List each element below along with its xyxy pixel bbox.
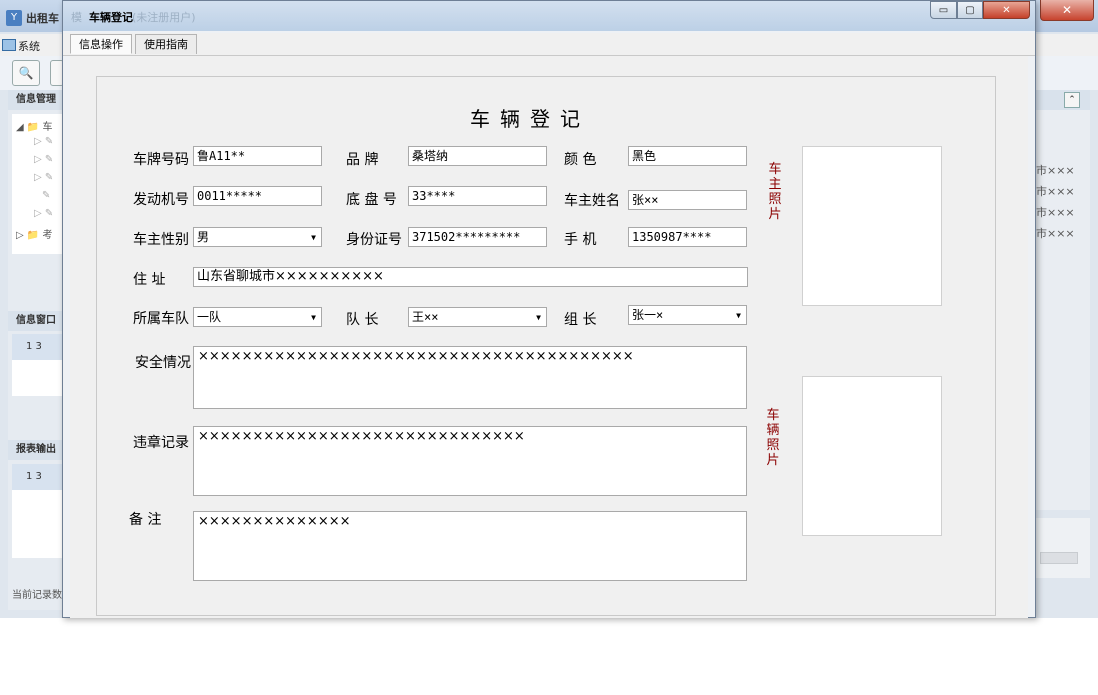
owner-photo-box[interactable] <box>802 146 942 306</box>
maximize-button[interactable]: ▢ <box>957 1 983 19</box>
menu-system[interactable]: 系统 <box>2 38 40 54</box>
remark-textarea[interactable]: ×××××××××××××× <box>193 511 747 581</box>
tab-info-operation[interactable]: 信息操作 <box>70 34 132 54</box>
gender-select[interactable]: 男 <box>193 227 322 247</box>
phone-input[interactable]: 1350987**** <box>628 227 747 247</box>
search-tool-button[interactable]: 🔍 <box>12 60 40 86</box>
id-number-label: 身份证号 <box>346 232 402 248</box>
menu-system-label: 系统 <box>18 40 40 53</box>
chassis-label: 底 盘 号 <box>346 192 397 208</box>
status-text: 当前记录数 <box>12 590 62 601</box>
main-window-title: 出租车 <box>26 12 59 25</box>
system-menu-icon <box>2 39 16 51</box>
engine-label: 发动机号 <box>133 192 189 208</box>
dialog-title: 车辆登记 <box>89 11 133 24</box>
gender-label: 车主性别 <box>133 232 189 248</box>
table-row[interactable]: 1 3 <box>12 464 64 490</box>
report-header[interactable]: 报表输出 <box>8 440 64 460</box>
address-input[interactable]: 山东省聊城市×××××××××× <box>193 267 748 287</box>
search-icon: 🔍 <box>18 66 34 80</box>
address-label: 住 址 <box>133 272 166 288</box>
minimize-icon: ▭ <box>938 5 949 16</box>
close-icon: ✕ <box>1002 5 1011 16</box>
leader-label: 组 长 <box>564 312 597 328</box>
plate-label: 车牌号码 <box>133 152 189 168</box>
safety-label: 安全情况 <box>135 355 191 371</box>
table-row[interactable]: 1 3 <box>12 334 64 360</box>
tab-usage-guide[interactable]: 使用指南 <box>135 34 197 54</box>
engine-input[interactable]: 0011***** <box>193 186 322 206</box>
brand-input[interactable]: 桑塔纳 <box>408 146 547 166</box>
list-item[interactable]: 市××× <box>1036 202 1090 223</box>
tree-child[interactable]: ▷ ✎ <box>34 136 53 147</box>
ghost-title: 模 <box>71 11 82 24</box>
form-heading: 车辆登记 <box>470 107 590 131</box>
phone-label: 手 机 <box>564 232 597 248</box>
plate-input[interactable]: 鲁A11** <box>193 146 322 166</box>
dialog-titlebar <box>63 1 1035 31</box>
safety-textarea[interactable]: ×××××××××××××××××××××××××××××××××××××××× <box>193 346 747 409</box>
color-input[interactable]: 黑色 <box>628 146 747 166</box>
list-item[interactable]: 市××× <box>1036 160 1090 181</box>
minimize-button[interactable]: ▭ <box>930 1 957 19</box>
nav-tree: ◢ 📁 车 ▷ ✎ ▷ ✎ ▷ ✎ ✎ ▷ ✎ ▷ 📁 考 <box>12 114 64 254</box>
fleet-label: 所属车队 <box>133 311 189 327</box>
app-icon: Y <box>6 10 22 26</box>
tree-child[interactable]: ▷ ✎ <box>34 154 53 165</box>
vehicle-photo-label: 车辆照片 <box>766 408 780 468</box>
list-item[interactable]: 市××× <box>1036 223 1090 244</box>
tab-strip <box>63 33 1035 56</box>
brand-label: 品 牌 <box>346 152 379 168</box>
right-lower-panel <box>1036 518 1090 578</box>
color-label: 颜 色 <box>564 152 597 168</box>
leader-value: 张一× <box>632 308 664 322</box>
tree-child[interactable]: ✎ <box>42 190 50 201</box>
violation-label: 违章记录 <box>133 435 189 451</box>
info-mgmt-header[interactable]: 信息管理 <box>8 90 64 110</box>
leader-select[interactable]: 张一× <box>628 305 747 325</box>
info-window-grid: 1 3 <box>12 334 64 396</box>
info-window-header[interactable]: 信息窗口 <box>8 311 64 331</box>
id-number-input[interactable]: 371502********* <box>408 227 547 247</box>
dialog-close-button[interactable]: ✕ <box>983 1 1030 19</box>
vehicle-photo-box[interactable] <box>802 376 942 536</box>
collapse-icon[interactable]: ⌃ <box>1064 92 1080 108</box>
maximize-icon: ▢ <box>965 5 975 16</box>
tree-child[interactable]: ▷ ✎ <box>34 208 53 219</box>
captain-label: 队 长 <box>346 312 379 328</box>
tree-child[interactable]: ▷ ✎ <box>34 172 53 183</box>
tree-node-exam[interactable]: ▷ 📁 考 <box>16 226 53 241</box>
chassis-input[interactable]: 33**** <box>408 186 547 206</box>
right-panel <box>1036 90 1090 510</box>
report-grid: 1 3 <box>12 464 64 558</box>
gender-value: 男 <box>197 230 210 244</box>
owner-name-input[interactable]: 张×× <box>628 190 747 210</box>
list-item[interactable]: 市××× <box>1036 181 1090 202</box>
main-close-button[interactable]: ✕ <box>1040 0 1094 21</box>
captain-value: 王×× <box>412 310 439 324</box>
captain-select[interactable]: 王×× <box>408 307 547 327</box>
ghost-title-suffix: (未注册用户) <box>132 11 196 24</box>
owner-photo-label: 车主照片 <box>768 162 782 222</box>
remark-label: 备 注 <box>129 512 162 528</box>
fleet-select[interactable]: 一队 <box>193 307 322 327</box>
right-panel-header <box>1036 90 1090 110</box>
fleet-value: 一队 <box>197 310 222 324</box>
violation-textarea[interactable]: ×××××××××××××××××××××××××××××× <box>193 426 747 496</box>
horizontal-scrollbar[interactable] <box>1040 552 1078 564</box>
right-list: 市××× 市××× 市××× 市××× <box>1036 160 1090 244</box>
tree-node-vehicle[interactable]: ◢ 📁 车 <box>16 118 53 133</box>
owner-name-label: 车主姓名 <box>564 193 620 209</box>
